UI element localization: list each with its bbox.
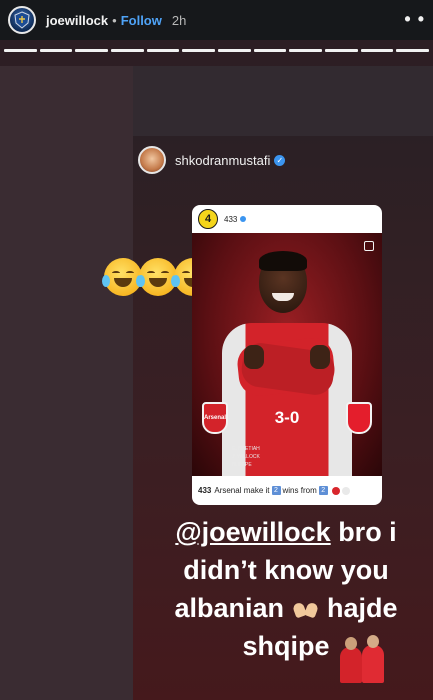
scorer: E. NKETIAH [232,446,260,452]
progress-segment [253,49,287,52]
scoreboard: Arsenal 3-0 [202,398,372,438]
more-options-icon[interactable]: • • [404,10,425,28]
shared-post-avatar[interactable] [138,146,166,174]
profile-avatar[interactable] [8,6,36,34]
card-account-name: 433 [224,214,238,224]
story-progress-bar [4,49,430,52]
scorer: N. PEPE [232,462,252,468]
username[interactable]: joewillock [46,13,108,28]
card-header: 4 433 [192,205,382,233]
match-score: 3-0 [274,408,300,427]
red-circle-icon [331,486,340,495]
shared-post-username[interactable]: shkodranmustafi [175,153,270,168]
story-background-left [0,66,133,700]
mention-link[interactable]: @joewillock [175,517,330,547]
tears-of-joy-emoji-icon [137,258,179,296]
progress-segment [289,49,323,52]
shared-post-header[interactable]: shkodranmustafi ✓ [138,146,286,174]
progress-segment [218,49,251,52]
verified-badge-icon: ✓ [274,154,286,166]
caption-text: Arsenal make it [214,486,270,495]
progress-segment [396,49,430,52]
opponent-crest-icon [345,402,372,434]
caption-username: 433 [198,486,212,495]
story-header: joewillock • Follow 2h • • [0,0,433,40]
caption-line: didn’t know you [183,555,389,585]
progress-segment [75,49,109,52]
eagle-hands-emoji-icon [291,601,320,619]
post-time: 2h [171,12,187,28]
account-logo-icon: 4 [198,209,218,229]
follow-button[interactable]: Follow [121,13,162,28]
progress-segment [111,49,144,52]
multiple-photos-icon [364,241,374,251]
caption-line: albanian [174,593,284,623]
progress-segment [4,49,37,52]
number-emoji-icon: 2 [318,486,328,495]
player-hand [244,345,264,369]
white-circle-icon [341,486,350,495]
scorer: J. WILLOCK [232,454,260,460]
card-caption: 433 Arsenal make it 2 wins from 2 [192,476,382,505]
player-hair [259,251,307,271]
photo-sticker [338,633,388,685]
progress-segment [146,49,180,52]
verified-badge-icon [240,216,247,222]
progress-segment [39,49,73,52]
separator-dot: • [112,12,117,28]
caption-line: hajde [327,593,398,623]
caption-line: bro i [330,517,397,547]
number-emoji-icon: 2 [271,486,281,495]
story-viewer[interactable]: joewillock • Follow 2h • • shkodranmusta… [0,0,433,700]
tears-of-joy-emoji-icon [102,258,144,296]
card-photo: Arsenal 3-0 E. NKETIAH J. WILLOCK N. PEP… [192,233,382,476]
player-hand [310,345,330,369]
crest-icon [14,11,30,29]
shared-post-card[interactable]: 4 433 Arsenal 3-0 E. NKETIAH J. WILLOCK … [192,205,382,505]
caption-text: wins from [282,486,317,495]
progress-segment [325,49,358,52]
progress-segment [182,49,216,52]
goal-scorers: E. NKETIAH J. WILLOCK N. PEPE [232,445,260,469]
arsenal-crest-icon: Arsenal [202,402,228,434]
progress-segment [360,49,394,52]
